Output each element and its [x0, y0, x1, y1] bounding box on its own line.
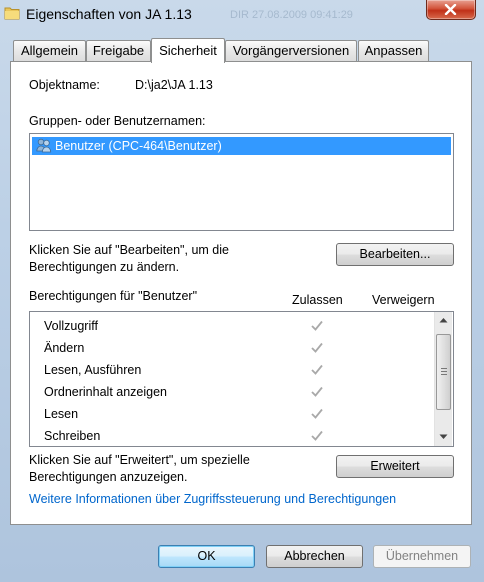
permission-name: Ordnerinhalt anzeigen	[44, 385, 167, 399]
scroll-thumb[interactable]	[436, 334, 451, 410]
tab-allgemein[interactable]: Allgemein	[13, 40, 86, 61]
check-icon	[311, 386, 323, 397]
check-icon	[311, 364, 323, 375]
title-bar: Eigenschaften von JA 1.13 DIR 27.08.2009…	[0, 0, 484, 30]
permission-row: Lesen	[30, 404, 434, 426]
advanced-hint-line1: Klicken Sie auf "Erweitert", um speziell…	[29, 453, 250, 467]
background-window-text: DIR 27.08.2009 09:41:29	[230, 9, 353, 21]
permission-name: Vollzugriff	[44, 319, 98, 333]
window-title: Eigenschaften von JA 1.13	[26, 6, 192, 22]
edit-button[interactable]: Bearbeiten...	[336, 243, 454, 266]
object-name-label: Objektname:	[29, 78, 100, 92]
folder-icon	[4, 7, 20, 20]
permissions-list: Vollzugriff Ändern Lesen, Ausführen Ordn…	[29, 311, 454, 447]
group-name: Benutzer (CPC-464\Benutzer)	[55, 139, 222, 153]
apply-button[interactable]: Übernehmen	[373, 545, 471, 568]
scroll-down-icon[interactable]	[439, 434, 448, 440]
permission-name: Lesen, Ausführen	[44, 363, 142, 377]
tab-sicherheit[interactable]: Sicherheit	[151, 38, 225, 63]
column-allow: Zulassen	[292, 293, 343, 307]
close-icon	[444, 4, 457, 15]
permission-row: Vollzugriff	[30, 316, 434, 338]
edit-hint-line1: Klicken Sie auf "Bearbeiten", um die	[29, 243, 229, 257]
permission-row: Ändern	[30, 338, 434, 360]
permission-name: Lesen	[44, 407, 79, 421]
check-icon	[311, 320, 323, 331]
tab-freigabe[interactable]: Freigabe	[86, 40, 151, 61]
permission-row: Ordnerinhalt anzeigen	[30, 382, 434, 404]
edit-hint-line2: Berechtigungen zu ändern.	[29, 260, 180, 274]
check-icon	[311, 342, 323, 353]
permissions-scrollbar[interactable]	[434, 312, 452, 446]
users-icon	[36, 138, 52, 153]
groups-label: Gruppen- oder Benutzernamen:	[29, 114, 206, 128]
ok-button[interactable]: OK	[158, 545, 255, 568]
close-button[interactable]	[426, 0, 476, 20]
advanced-hint-line2: Berechtigungen anzuzeigen.	[29, 470, 188, 484]
list-item[interactable]: Benutzer (CPC-464\Benutzer)	[32, 137, 451, 155]
scroll-up-icon[interactable]	[439, 317, 448, 323]
tab-vorgaengerversionen[interactable]: Vorgängerversionen	[225, 40, 357, 61]
permission-row: Schreiben	[30, 426, 434, 446]
permission-row: Lesen, Ausführen	[30, 360, 434, 382]
cancel-button[interactable]: Abbrechen	[266, 545, 363, 568]
groups-listbox[interactable]: Benutzer (CPC-464\Benutzer)	[29, 133, 454, 231]
permissions-header: Berechtigungen für "Benutzer"	[29, 289, 198, 303]
column-deny: Verweigern	[372, 293, 435, 307]
check-icon	[311, 430, 323, 441]
check-icon	[311, 408, 323, 419]
permission-name: Ändern	[44, 341, 85, 355]
tab-anpassen[interactable]: Anpassen	[358, 40, 429, 61]
advanced-button[interactable]: Erweitert	[336, 455, 454, 478]
info-link-text[interactable]: Weitere Informationen über Zugriffssteue…	[29, 492, 396, 506]
permission-name: Schreiben	[44, 429, 101, 443]
object-name-value: D:\ja2\JA 1.13	[135, 78, 213, 92]
info-link[interactable]: Weitere Informationen über Zugriffssteue…	[29, 492, 396, 506]
